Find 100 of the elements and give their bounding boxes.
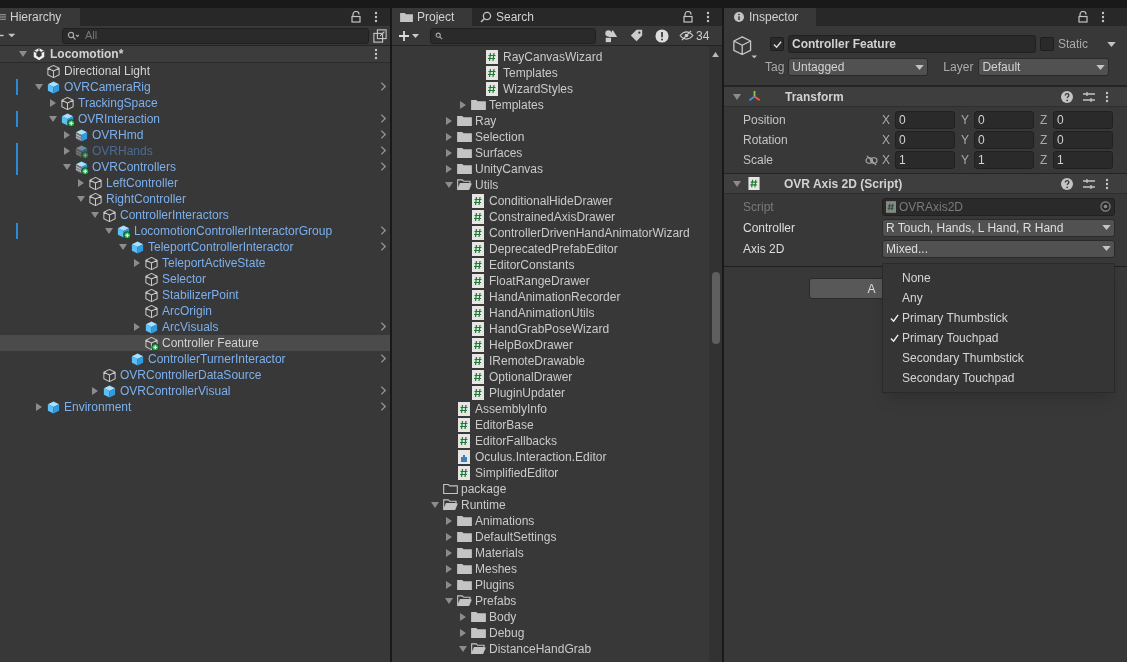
expand-arrow[interactable] [62,146,72,156]
add-dropdown-icon[interactable] [398,29,420,42]
menu-item[interactable]: Secondary Touchpad [883,368,1114,388]
search-field[interactable] [430,27,596,44]
expand-arrow[interactable] [48,98,58,108]
expand-arrow[interactable] [444,548,454,558]
expand-arrow[interactable] [444,180,454,190]
scene-search-icon[interactable] [373,28,387,43]
project-item[interactable]: Plugins [392,577,709,593]
project-item[interactable]: HandAnimationRecorder [392,289,709,305]
project-item[interactable]: Body [392,609,709,625]
expand-arrow[interactable] [76,194,86,204]
project-item[interactable]: Runtime [392,497,709,513]
project-item[interactable]: Materials [392,545,709,561]
hierarchy-item[interactable]: OVRHmd [0,127,390,143]
hierarchy-item[interactable]: TeleportControllerInteractor [0,239,390,255]
expand-arrow[interactable] [62,130,72,140]
chevron-right-icon[interactable] [380,113,387,124]
menu-item[interactable]: Primary Touchpad [883,328,1114,348]
project-item[interactable]: HandAnimationUtils [392,305,709,321]
hidden-packages-toggle[interactable]: 34 [679,26,710,45]
number-field[interactable]: 0 [974,111,1034,129]
chevron-right-icon[interactable] [380,385,387,396]
type-filter-icon[interactable] [604,28,618,43]
expand-arrow[interactable] [444,148,454,158]
help-icon[interactable] [1061,177,1073,190]
chevron-right-icon[interactable] [380,241,387,252]
hierarchy-item[interactable]: OVRControllers [0,159,390,175]
sliders-icon[interactable] [1083,177,1095,190]
project-item[interactable]: EditorFallbacks [392,433,709,449]
chevron-right-icon[interactable] [380,321,387,332]
cube-outline-icon[interactable] [732,35,758,61]
expand-arrow[interactable] [444,564,454,574]
chevron-right-icon[interactable] [380,145,387,156]
more-icon[interactable] [374,48,378,60]
number-field[interactable]: 0 [1053,111,1113,129]
dropdown-caret-icon[interactable] [1107,41,1116,47]
project-item[interactable]: Debug [392,625,709,641]
project-item[interactable]: AssemblyInfo [392,401,709,417]
expand-arrow[interactable] [458,100,468,110]
chevron-right-icon[interactable] [380,81,387,92]
more-icon[interactable] [374,11,378,23]
project-item[interactable]: Templates [392,97,709,113]
expand-arrow[interactable] [34,402,44,412]
expand-arrow[interactable] [444,116,454,126]
dropdown-field[interactable]: R Touch, Hands, L Hand, R Hand [882,218,1115,237]
hierarchy-item[interactable]: RightController [0,191,390,207]
expand-arrow[interactable] [458,628,468,638]
hierarchy-item[interactable]: Directional Light [0,63,390,79]
static-checkbox[interactable] [1040,37,1054,51]
lock-icon[interactable] [350,11,362,23]
number-field[interactable]: 1 [895,151,955,169]
expand-arrow[interactable] [62,162,72,172]
search-field[interactable]: All [62,27,369,44]
menu-item[interactable]: Secondary Thumbstick [883,348,1114,368]
more-icon[interactable] [1105,90,1109,103]
expand-arrow[interactable] [444,164,454,174]
expand-arrow[interactable] [444,596,454,606]
project-item[interactable]: IRemoteDrawable [392,353,709,369]
hierarchy-item[interactable]: TeleportActiveState [0,255,390,271]
more-icon[interactable] [706,11,710,23]
expand-arrow[interactable] [430,500,440,510]
number-field[interactable]: 0 [1053,131,1113,149]
hierarchy-item[interactable]: OVRInteraction [0,111,390,127]
menu-item[interactable]: Primary Thumbstick [883,308,1114,328]
chevron-right-icon[interactable] [380,353,387,364]
chevron-right-icon[interactable] [380,129,387,140]
hierarchy-item[interactable]: OVRCameraRig [0,79,390,95]
dropdown-field[interactable]: Mixed... [882,239,1115,258]
project-item[interactable]: UnityCanvas [392,161,709,177]
component-header[interactable]: Transform [724,86,1127,106]
project-item[interactable]: RayCanvasWizard [392,49,709,65]
project-item[interactable]: Meshes [392,561,709,577]
expand-arrow[interactable] [76,178,86,188]
project-item[interactable]: DefaultSettings [392,529,709,545]
hierarchy-item[interactable]: ArcOrigin [0,303,390,319]
menu-icon[interactable] [0,13,6,21]
expand-arrow[interactable] [132,322,142,332]
project-item[interactable]: ControllerDrivenHandAnimatorWizard [392,225,709,241]
project-item[interactable]: Utils [392,177,709,193]
expand-arrow[interactable] [118,242,128,252]
project-item[interactable]: Surfaces [392,145,709,161]
expand-arrow[interactable] [48,114,58,124]
help-icon[interactable] [1061,90,1073,103]
project-item[interactable]: HelpBoxDrawer [392,337,709,353]
number-field[interactable]: 1 [1053,151,1113,169]
expand-arrow[interactable] [444,532,454,542]
number-field[interactable]: 0 [974,131,1034,149]
expand-arrow[interactable] [132,258,142,268]
project-item[interactable]: EditorBase [392,417,709,433]
expand-arrow[interactable] [444,516,454,526]
hierarchy-item[interactable]: StabilizerPoint [0,287,390,303]
expand-arrow[interactable] [34,82,44,92]
expand-arrow[interactable] [90,386,100,396]
project-item[interactable]: EditorConstants [392,257,709,273]
project-item[interactable]: SimplifiedEditor [392,465,709,481]
project-item[interactable]: HandGrabPoseWizard [392,321,709,337]
hierarchy-item[interactable]: Selector [0,271,390,287]
project-item[interactable]: WizardStyles [392,81,709,97]
more-icon[interactable] [1101,11,1105,23]
